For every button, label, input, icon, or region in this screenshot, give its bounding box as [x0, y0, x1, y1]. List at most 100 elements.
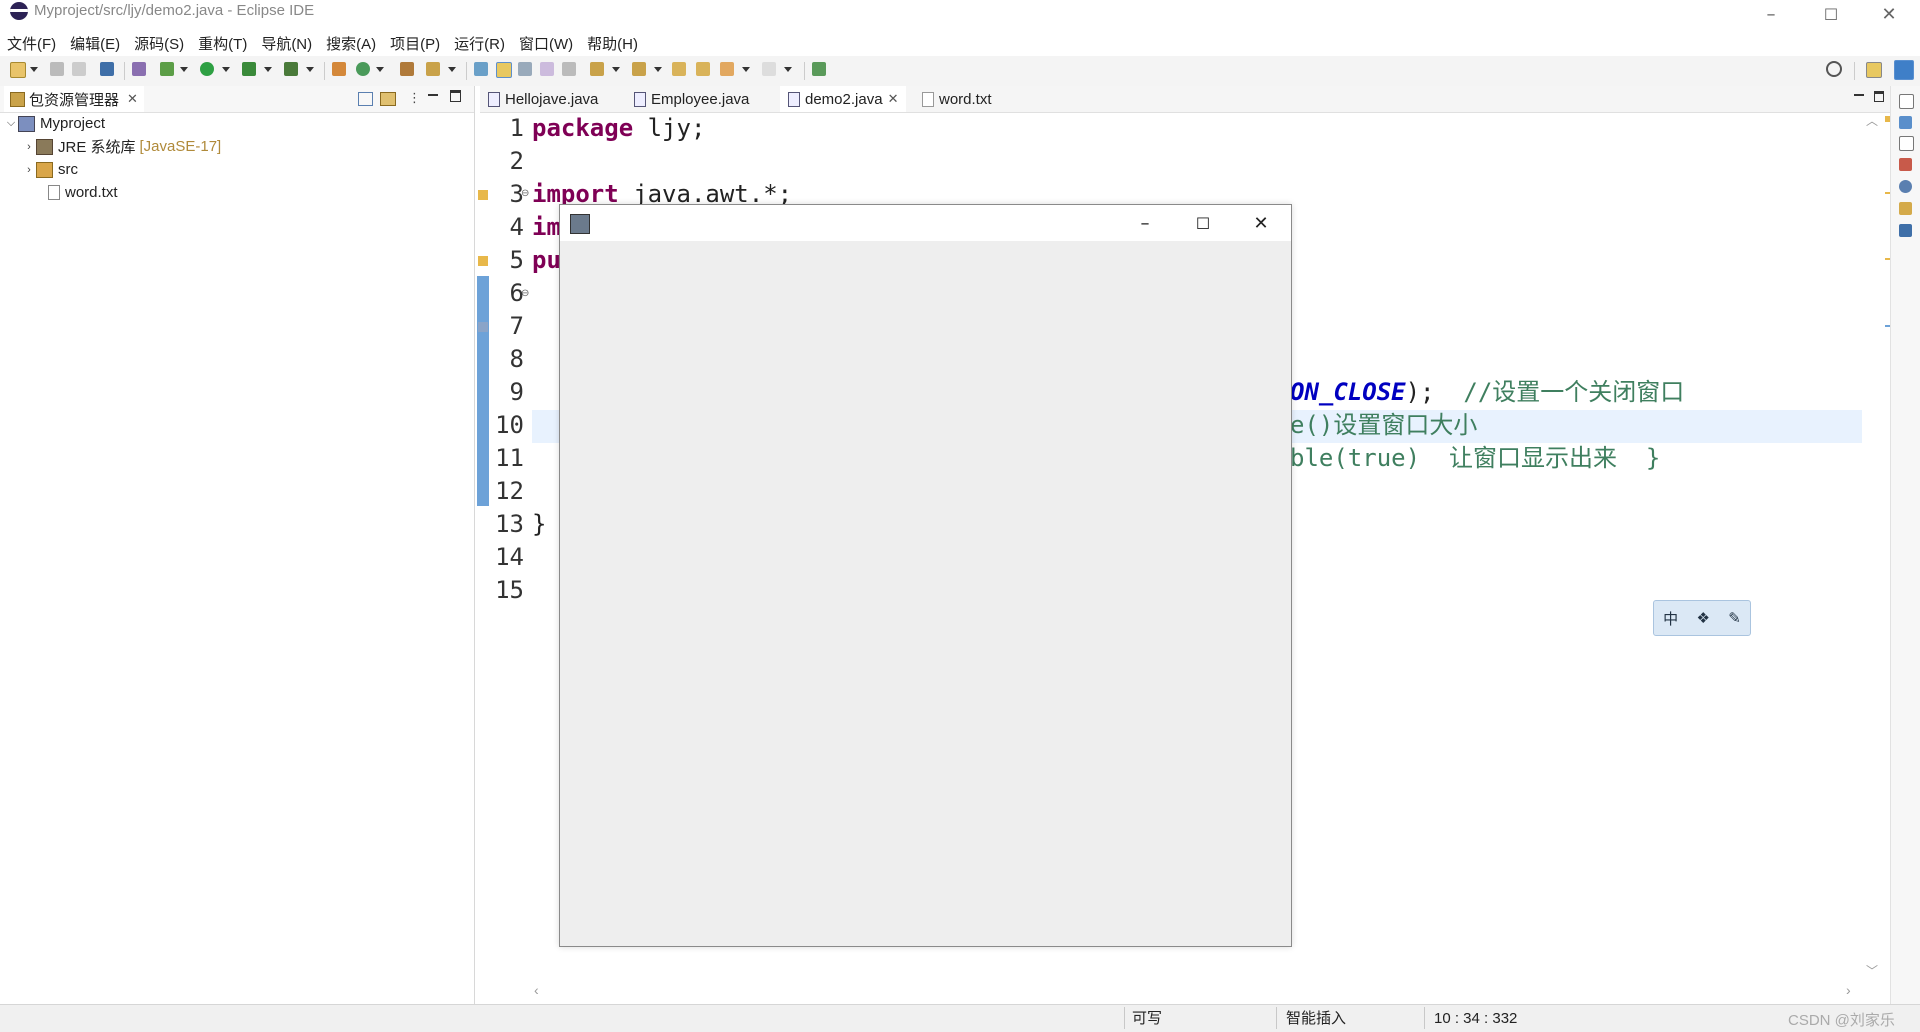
minimize-button[interactable]: –	[1748, 0, 1794, 28]
external-tools-dropdown-icon[interactable]	[306, 67, 314, 72]
forward-dropdown-icon[interactable]	[784, 67, 792, 72]
menu-project[interactable]: 项目(P)	[383, 33, 447, 54]
coverage-icon[interactable]	[242, 62, 256, 76]
collapsed-chevron-icon[interactable]: ›	[22, 141, 36, 153]
toggle-highlight-icon[interactable]	[496, 62, 512, 78]
java-perspective-icon[interactable]	[1894, 60, 1914, 80]
search-tool-icon[interactable]	[426, 62, 440, 76]
declaration-icon[interactable]	[1899, 202, 1912, 215]
back-arrow-icon[interactable]	[720, 62, 734, 76]
restore-editor-icon[interactable]	[1874, 91, 1884, 102]
minimize-view-icon[interactable]	[428, 94, 438, 96]
tree-item-word-txt[interactable]: word.txt	[4, 181, 464, 204]
external-tools-icon[interactable]	[284, 62, 298, 76]
next-annotation-icon[interactable]	[590, 62, 604, 76]
new-dropdown-icon[interactable]	[30, 67, 38, 72]
scroll-up-icon[interactable]: ︿	[1866, 112, 1878, 129]
previous-annotation-dropdown-icon[interactable]	[654, 67, 662, 72]
last-edit-icon[interactable]	[672, 62, 686, 76]
editor-vertical-scrollbar[interactable]: ︿ ﹀	[1862, 112, 1882, 982]
run-dropdown-icon[interactable]	[222, 67, 230, 72]
scroll-down-icon[interactable]: ﹀	[1866, 962, 1878, 979]
tree-item-project[interactable]: ⌵ Myproject	[4, 112, 464, 135]
frame-minimize-button[interactable]: –	[1120, 209, 1170, 237]
code-line-1[interactable]: package ljy;	[532, 112, 705, 145]
frame-maximize-button[interactable]: ☐	[1178, 209, 1228, 237]
code-line-13[interactable]: }	[532, 508, 546, 541]
code-line-9[interactable]: ON_CLOSE); //设置一个关闭窗口	[1290, 376, 1684, 409]
cursor-position-status[interactable]: 10 : 34 : 332	[1434, 1005, 1517, 1032]
pin-editor-icon[interactable]	[812, 62, 826, 76]
new-class-dropdown-icon[interactable]	[376, 67, 384, 72]
code-line-4[interactable]: im	[532, 211, 561, 244]
problems-icon[interactable]	[1899, 158, 1912, 171]
debug-icon[interactable]	[160, 62, 174, 76]
previous-annotation-icon[interactable]	[632, 62, 646, 76]
ime-toolbar[interactable]: 中 ❖ ✎	[1653, 600, 1751, 636]
menu-refactor[interactable]: 重构(T)	[191, 33, 254, 54]
show-whitespace-icon[interactable]	[540, 62, 554, 76]
close-tab-icon[interactable]: ✕	[127, 91, 138, 107]
close-button[interactable]: ✕	[1866, 0, 1912, 28]
maximize-view-icon[interactable]	[450, 90, 461, 102]
restore-view-icon[interactable]	[1899, 94, 1914, 109]
menu-window[interactable]: 窗口(W)	[512, 33, 580, 54]
frame-close-button[interactable]: ✕	[1236, 209, 1286, 237]
toggle-mark-icon[interactable]	[474, 62, 488, 76]
forward-edit-icon[interactable]	[696, 62, 710, 76]
menu-search[interactable]: 搜索(A)	[319, 33, 383, 54]
terminal-icon[interactable]	[100, 62, 114, 76]
menu-file[interactable]: 文件(F)	[0, 33, 63, 54]
menu-help[interactable]: 帮助(H)	[580, 33, 645, 54]
code-line-10[interactable]: e()设置窗口大小	[1290, 409, 1477, 442]
menu-run[interactable]: 运行(R)	[447, 33, 512, 54]
collapse-all-icon[interactable]	[358, 92, 373, 106]
search-icon[interactable]	[1826, 61, 1842, 77]
new-java-class-icon[interactable]	[356, 62, 370, 76]
minimize-editor-icon[interactable]	[1854, 94, 1864, 96]
tab-hellojave[interactable]: Hellojave.java	[480, 86, 606, 112]
scroll-left-icon[interactable]: ‹	[534, 982, 539, 998]
package-explorer-tab[interactable]: 包资源管理器 ✕	[4, 86, 144, 112]
new-icon[interactable]	[10, 62, 26, 78]
tree-item-src[interactable]: › src	[4, 158, 464, 181]
coverage-dropdown-icon[interactable]	[264, 67, 272, 72]
ime-skin-icon[interactable]: ❖	[1696, 609, 1709, 627]
code-line-11[interactable]: ble(true) 让窗口显示出来 }	[1290, 442, 1660, 475]
javadoc-icon[interactable]	[1899, 180, 1912, 193]
scroll-right-icon[interactable]: ›	[1846, 982, 1851, 998]
menu-navigate[interactable]: 导航(N)	[254, 33, 319, 54]
search-dropdown-icon[interactable]	[448, 67, 456, 72]
tree-item-jre[interactable]: › JRE 系统库 [JavaSE-17]	[4, 135, 464, 158]
menu-source[interactable]: 源码(S)	[127, 33, 191, 54]
debug-dropdown-icon[interactable]	[180, 67, 188, 72]
tab-demo2[interactable]: demo2.java ✕	[780, 86, 907, 112]
block-selection-icon[interactable]	[518, 62, 532, 76]
console-icon[interactable]	[1899, 224, 1912, 237]
run-icon[interactable]	[200, 62, 214, 76]
ime-tool-icon[interactable]: ✎	[1728, 609, 1741, 627]
editor-horizontal-scrollbar[interactable]: ‹ ›	[530, 982, 1862, 1002]
new-java-package-icon[interactable]	[332, 62, 346, 76]
save-all-icon[interactable]	[72, 62, 86, 76]
java-frame-window[interactable]: – ☐ ✕	[559, 204, 1292, 947]
pilcrow-icon[interactable]	[562, 62, 576, 76]
tab-word-txt[interactable]: word.txt	[914, 86, 1000, 112]
tab-employee[interactable]: Employee.java	[626, 86, 757, 112]
save-icon[interactable]	[50, 62, 64, 76]
maximize-button[interactable]: ☐	[1808, 0, 1854, 28]
open-type-icon[interactable]	[400, 62, 414, 76]
frame-title-bar[interactable]: – ☐ ✕	[560, 205, 1291, 241]
close-tab-icon[interactable]: ✕	[888, 91, 899, 107]
forward-arrow-icon[interactable]	[762, 62, 776, 76]
next-annotation-dropdown-icon[interactable]	[612, 67, 620, 72]
outline-icon[interactable]	[1899, 116, 1912, 129]
collapsed-chevron-icon[interactable]: ›	[22, 164, 36, 176]
restore-view-icon[interactable]	[1899, 136, 1914, 151]
insert-mode-status[interactable]: 智能插入	[1286, 1005, 1346, 1032]
ime-chinese-mode[interactable]: 中	[1663, 608, 1678, 629]
view-menu-icon[interactable]: ⋮	[408, 90, 421, 106]
open-perspective-icon[interactable]	[1866, 62, 1882, 78]
menu-edit[interactable]: 编辑(E)	[63, 33, 127, 54]
back-dropdown-icon[interactable]	[742, 67, 750, 72]
